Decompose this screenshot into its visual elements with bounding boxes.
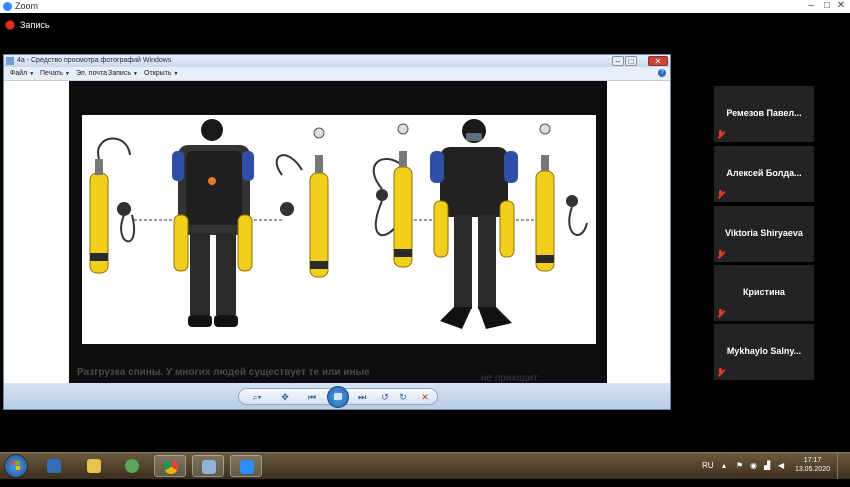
chevron-down-icon: ▼ <box>29 71 35 77</box>
mic-muted-icon <box>717 190 726 199</box>
participant-tile[interactable]: Кристина <box>714 265 814 321</box>
show-desktop-button[interactable] <box>837 453 850 479</box>
viewer-toolbar: ⌕▾ ✥ ⏮ ⏭ ↺ ↻ ✕ <box>4 383 670 409</box>
minimize-icon[interactable]: – <box>804 0 818 13</box>
zoom-taskbar-icon <box>240 460 254 474</box>
photo-viewer-title: 4a - Средство просмотра фотографий Windo… <box>17 57 172 64</box>
viewer-maximize-button[interactable]: □ <box>625 56 637 66</box>
photo-gallery-icon <box>125 459 139 473</box>
language-indicator[interactable]: RU <box>702 461 714 487</box>
mic-muted-icon <box>717 130 726 139</box>
menu-open-label: Открыть <box>144 70 172 77</box>
regulator-center-left <box>275 154 303 216</box>
tank-right-1 <box>393 123 413 268</box>
chevron-down-icon: ▼ <box>132 71 138 77</box>
chevron-down-icon: ▼ <box>64 71 70 77</box>
participant-tile[interactable]: Алексей Болда... <box>714 146 814 202</box>
participant-tile[interactable]: Ремезов Павел... <box>714 86 814 142</box>
diver-back <box>172 119 254 327</box>
participant-name: Ремезов Павел... <box>726 108 802 118</box>
close-icon[interactable]: ✕ <box>834 0 848 13</box>
taskbar-chrome[interactable] <box>154 455 186 477</box>
regulator-right-inner <box>566 195 588 236</box>
taskbar-photo-gallery[interactable] <box>116 455 148 477</box>
zoom-logo-icon <box>3 2 12 11</box>
zoom-title-bar: Zoom – □ ✕ <box>0 0 850 13</box>
participant-name: Алексей Болда... <box>726 168 802 178</box>
record-icon <box>6 21 14 29</box>
taskbar-media-player[interactable] <box>38 455 70 477</box>
tray-expand-icon[interactable]: ▴ <box>722 461 726 487</box>
slideshow-button[interactable] <box>327 386 349 408</box>
participant-name: Viktoria Shiryaeva <box>725 228 803 238</box>
photo-viewer-icon <box>6 57 14 65</box>
participant-name: Кристина <box>743 287 785 297</box>
clock-date: 13.05.2020 <box>794 466 830 473</box>
viewer-content-area: Разгрузка спины. У многих людей существу… <box>4 81 670 383</box>
start-button[interactable] <box>4 454 28 478</box>
zoom-window-title: Zoom <box>15 1 39 11</box>
photo-viewer-window: 4a - Средство просмотра фотографий Windo… <box>3 54 671 410</box>
folder-icon <box>87 459 101 473</box>
recording-label: Запись <box>20 20 50 30</box>
zoom-icon[interactable]: ⌕▾ <box>249 392 265 403</box>
diver-illustration <box>89 119 588 329</box>
mic-muted-icon <box>717 368 726 377</box>
taskbar-zoom[interactable] <box>230 455 262 477</box>
windows-logo-icon <box>11 461 21 471</box>
regulator-left <box>117 202 135 243</box>
volume-icon[interactable]: ◀ <box>778 461 784 487</box>
viewer-minimize-button[interactable]: – <box>612 56 624 66</box>
presentation-slide: Разгрузка спины. У многих людей существу… <box>69 81 607 383</box>
previous-icon[interactable]: ⏮ <box>305 392 319 403</box>
slide-caption: Разгрузка спины. У многих людей существу… <box>77 367 370 378</box>
next-icon[interactable]: ⏭ <box>355 392 369 403</box>
network-icon[interactable]: ▟ <box>764 461 770 487</box>
flag-icon[interactable]: ⚑ <box>736 461 743 487</box>
taskbar-clock[interactable]: 17:17 13.05.2020 <box>795 456 830 474</box>
viewer-menu-bar: Файл ▼ Печать ▼ Эл. почта Запись ▼ Открыть ▼… <box>4 67 670 81</box>
rotate-left-icon[interactable]: ↺ <box>379 392 391 403</box>
maximize-icon[interactable]: □ <box>820 0 834 13</box>
help-icon[interactable]: ? <box>658 69 666 77</box>
mic-muted-icon <box>717 309 726 318</box>
menu-print[interactable]: Печать ▼ <box>40 70 70 77</box>
menu-print-label: Печать <box>40 70 63 77</box>
tank-left-2 <box>309 127 329 278</box>
menu-burn[interactable]: Запись ▼ <box>108 70 138 77</box>
slide-caption-right: не приходит <box>481 373 538 383</box>
taskbar-photo-viewer[interactable] <box>192 455 224 477</box>
mic-muted-icon <box>717 250 726 259</box>
menu-burn-label: Запись <box>108 70 131 77</box>
actual-size-icon[interactable]: ✥ <box>279 392 291 403</box>
participant-tile[interactable]: Viktoria Shiryaeva <box>714 206 814 262</box>
tank-right-2 <box>535 123 555 272</box>
participant-name: Mykhaylo Salny... <box>726 346 802 356</box>
menu-file[interactable]: Файл ▼ <box>10 70 34 77</box>
windows-taskbar: RU ▴ ⚑ ◉ ▟ ◀ 17:17 13.05.2020 <box>0 452 850 479</box>
participant-tile[interactable]: Mykhaylo Salny... <box>714 324 814 380</box>
photo-viewer-title-bar: 4a - Средство просмотра фотографий Windo… <box>4 55 670 67</box>
chrome-icon <box>164 460 178 474</box>
viewer-close-button[interactable]: ✕ <box>648 56 668 66</box>
photo-viewer-taskbar-icon <box>202 460 216 474</box>
media-player-icon <box>47 459 61 473</box>
menu-email-label: Эл. почта <box>76 70 107 77</box>
chevron-down-icon: ▼ <box>173 71 179 77</box>
delete-icon[interactable]: ✕ <box>419 392 431 403</box>
zoom-tray-icon[interactable]: ◉ <box>750 461 757 487</box>
menu-email[interactable]: Эл. почта <box>76 70 107 77</box>
diving-equipment-photo <box>82 115 596 344</box>
taskbar-explorer[interactable] <box>78 455 110 477</box>
rotate-right-icon[interactable]: ↻ <box>397 392 409 403</box>
menu-file-label: Файл <box>10 70 28 77</box>
viewer-controls: ⌕▾ ✥ ⏮ ⏭ ↺ ↻ ✕ <box>238 386 438 408</box>
diver-front <box>430 119 518 329</box>
clock-time: 17:17 <box>803 457 822 464</box>
menu-open[interactable]: Открыть ▼ <box>144 70 178 77</box>
